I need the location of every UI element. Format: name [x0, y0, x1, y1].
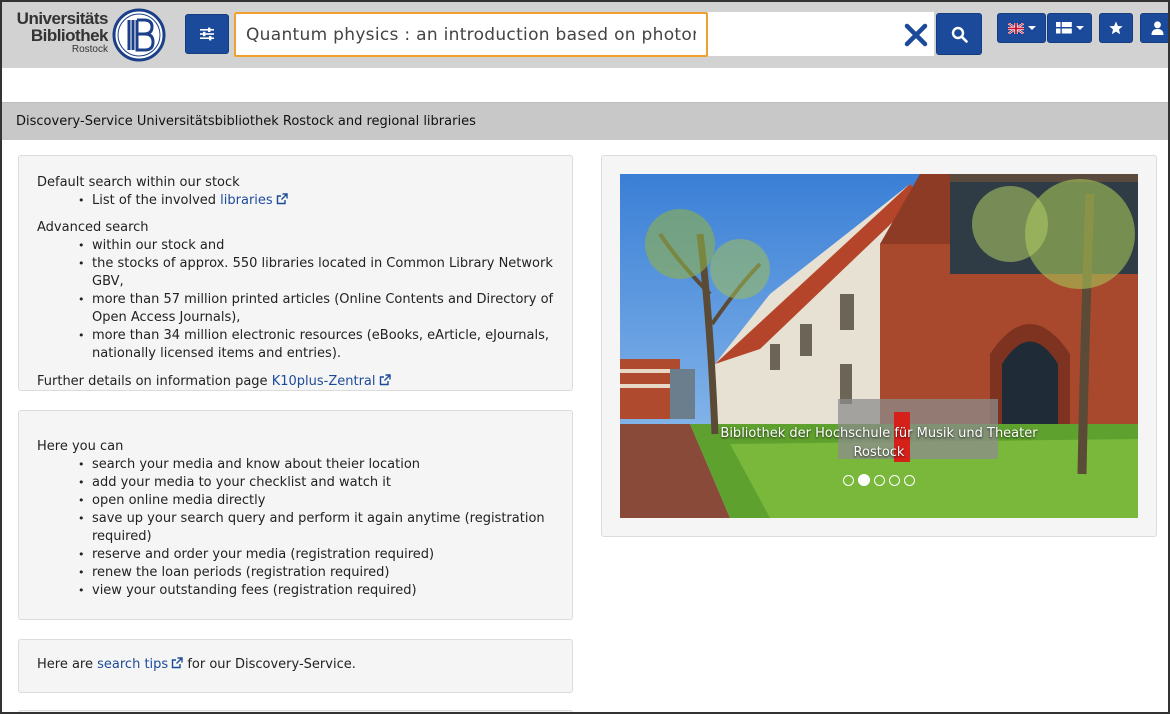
external-link-icon: [276, 193, 288, 205]
list-item: save up your search query and perform it…: [74, 510, 554, 546]
grid-icon: [1055, 22, 1072, 34]
further-details-text: Further details on information page K10p…: [37, 373, 554, 391]
carousel-indicators: [843, 474, 915, 486]
user-icon: [1151, 21, 1163, 35]
carousel-indicator-1[interactable]: [843, 474, 854, 486]
logo-line3: Rostock: [71, 44, 108, 55]
search-input[interactable]: [234, 12, 708, 57]
features-heading: Here you can: [37, 439, 124, 454]
logo-text: Universitäts Bibliothek Rostock: [6, 9, 109, 56]
list-item: open online media directly: [74, 492, 554, 510]
default-search-list: List of the involved libraries: [74, 192, 554, 210]
carousel-indicator-4[interactable]: [889, 474, 900, 486]
next-panel-edge: [18, 710, 573, 712]
carousel-caption: Bibliothek der Hochschule für Musik und …: [620, 424, 1138, 462]
top-bar: Universitäts Bibliothek Rostock: [2, 2, 1168, 68]
list-item: List of the involved libraries: [74, 192, 554, 210]
carousel-indicator-3[interactable]: [874, 474, 885, 486]
language-dropdown[interactable]: [997, 13, 1046, 43]
features-list: search your media and know about theier …: [74, 456, 554, 600]
list-item: add your media to your checklist and wat…: [74, 474, 554, 492]
k10plus-link-label: K10plus-Zentral: [271, 374, 376, 389]
list-item: within our stock and: [74, 237, 554, 255]
external-link-icon: [171, 657, 183, 669]
list-item: view your outstanding fees (registration…: [74, 582, 554, 600]
caption-line1: Bibliothek der Hochschule für Musik und …: [720, 426, 1038, 441]
chevron-down-icon: [1027, 26, 1036, 30]
star-icon: [1109, 21, 1123, 35]
image-carousel-panel: Bibliothek der Hochschule für Musik und …: [601, 155, 1157, 537]
further-details-prefix: Further details on information page: [37, 374, 272, 389]
carousel-indicator-2[interactable]: [858, 474, 870, 486]
list-item: more than 34 million electronic resource…: [74, 327, 554, 363]
search-options-button[interactable]: [185, 14, 229, 54]
university-seal-icon: [112, 8, 166, 62]
library-logo[interactable]: Universitäts Bibliothek Rostock: [6, 8, 166, 64]
libraries-link-label: libraries: [220, 193, 273, 208]
search-button[interactable]: [936, 13, 982, 55]
favorites-button[interactable]: [1099, 13, 1133, 43]
libraries-link[interactable]: libraries: [220, 193, 288, 208]
features-panel: Here you can search your media and know …: [18, 410, 573, 620]
sliders-icon: [200, 27, 214, 41]
chevron-down-icon: [1075, 26, 1084, 30]
search-tips-prefix: Here are: [37, 657, 98, 672]
list-item: reserve and order your media (registrati…: [74, 546, 554, 564]
search-tips-text: Here are search tips for our Discovery-S…: [37, 656, 554, 674]
external-link-icon: [379, 374, 391, 386]
user-account-button[interactable]: [1140, 13, 1168, 43]
page-frame: Universitäts Bibliothek Rostock Quantum …: [0, 0, 1170, 714]
advanced-search-list: within our stock and the stocks of appro…: [74, 237, 554, 363]
list-item: search your media and know about theier …: [74, 456, 554, 474]
page-title: Discovery-Service Universitätsbibliothek…: [2, 102, 1168, 140]
logo-line2: Bibliothek: [30, 26, 109, 45]
libraries-prefix: List of the involved: [92, 193, 221, 208]
image-carousel[interactable]: Bibliothek der Hochschule für Musik und …: [620, 174, 1138, 518]
search-tips-link[interactable]: search tips: [97, 657, 183, 672]
search-icon: [951, 26, 968, 43]
caption-line2: Rostock: [853, 445, 905, 460]
search-bar: [234, 12, 934, 57]
uk-flag-icon: [1007, 22, 1024, 34]
list-item: renew the loan periods (registration req…: [74, 564, 554, 582]
carousel-indicator-5[interactable]: [904, 474, 915, 486]
search-tips-link-label: search tips: [97, 657, 169, 672]
search-tips-panel: Here are search tips for our Discovery-S…: [18, 639, 573, 693]
list-item: the stocks of approx. 550 libraries loca…: [74, 255, 554, 291]
logo-line1: Universitäts: [16, 9, 109, 28]
apps-dropdown[interactable]: [1047, 13, 1092, 43]
clear-search-button[interactable]: [902, 22, 930, 48]
list-item: more than 57 million printed articles (O…: [74, 291, 554, 327]
library-building-photo: [620, 174, 1138, 518]
search-info-panel: Default search within our stock List of …: [18, 155, 573, 391]
advanced-search-heading: Advanced search: [37, 220, 149, 235]
k10plus-link[interactable]: K10plus-Zentral: [272, 374, 391, 389]
default-search-heading: Default search within our stock: [37, 175, 240, 190]
close-icon: [904, 23, 928, 47]
search-tips-suffix: for our Discovery-Service.: [183, 657, 356, 672]
